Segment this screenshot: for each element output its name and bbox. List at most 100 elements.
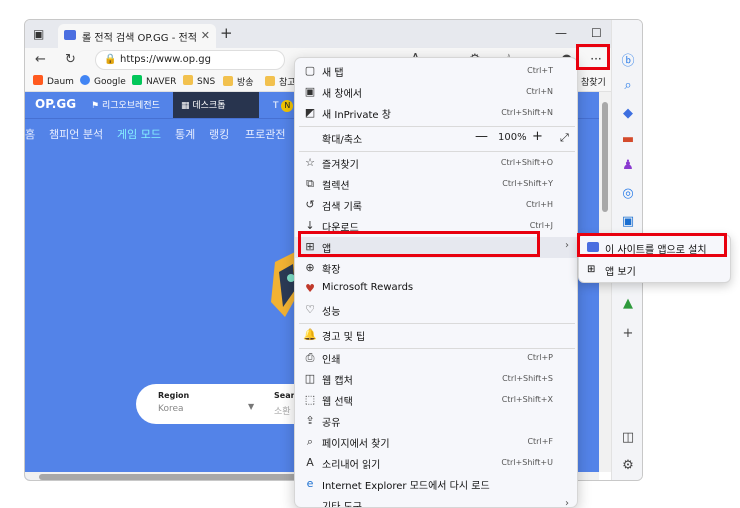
menu-item-inprivate[interactable]: ◩ 새 InPrivate 창 Ctrl+Shift+N bbox=[295, 103, 577, 124]
office-icon[interactable]: ◎ bbox=[620, 186, 636, 201]
menu-label: 검색 기록 bbox=[322, 202, 362, 213]
menu-item-more-tools[interactable]: 기타 도구 › bbox=[295, 495, 577, 507]
game-tab-lol[interactable]: ⚑ 리그오브레전드 bbox=[91, 98, 160, 111]
menu-item-print[interactable]: ⎙ 인쇄 Ctrl+P bbox=[295, 348, 577, 369]
favorite-folder-broadcast[interactable]: 방송 bbox=[223, 75, 254, 88]
favorite-google[interactable]: Google bbox=[80, 75, 126, 87]
chevron-right-icon: › bbox=[565, 240, 569, 251]
menu-item-web-capture[interactable]: ◫ 웹 캡처 Ctrl+Shift+S bbox=[295, 369, 577, 390]
favorite-label: NAVER bbox=[146, 77, 177, 87]
menu-item-zoom: 확대/축소 — 100% + ⤢ bbox=[295, 128, 577, 149]
settings-menu: ▢ 새 탭 Ctrl+T ▣ 새 창에서 Ctrl+N ◩ 새 InPrivate 창 Ct… bbox=[294, 57, 578, 508]
fullscreen-icon[interactable]: ⤢ bbox=[560, 131, 569, 145]
menu-item-new-window[interactable]: ▣ 새 창에서 Ctrl+N bbox=[295, 82, 577, 103]
title-bar: ▣ 롤 전적 검색 OP.GG - 전적 검색, 랭 ✕ + — ☐ ✕ bbox=[25, 20, 642, 48]
tab-title: 롤 전적 검색 OP.GG - 전적 검색, 랭 bbox=[82, 33, 197, 44]
tab-actions-icon[interactable]: ▣ bbox=[33, 27, 44, 41]
menu-label: 웹 캡처 bbox=[322, 376, 353, 387]
new-tab-button[interactable]: + bbox=[220, 24, 233, 42]
menu-label: 새 InPrivate 창 bbox=[322, 110, 391, 121]
favorite-folder-sns[interactable]: SNS bbox=[183, 75, 215, 87]
gear-icon[interactable]: ⚙ bbox=[620, 458, 636, 473]
tools-icon[interactable]: ▬ bbox=[620, 132, 636, 147]
active-tab[interactable]: 롤 전적 검색 OP.GG - 전적 검색, 랭 ✕ bbox=[58, 24, 216, 48]
zoom-in-button[interactable]: + bbox=[532, 129, 543, 144]
games-icon[interactable]: ♟ bbox=[620, 158, 636, 173]
site-nav-home[interactable]: 홈 bbox=[25, 126, 35, 142]
menu-divider bbox=[299, 323, 575, 324]
add-icon[interactable]: + bbox=[620, 326, 636, 341]
game-tab-desktop[interactable]: ▦ 데스크톱 bbox=[181, 98, 226, 111]
game-tab-label: 리그오브레전드 bbox=[101, 101, 160, 111]
bing-chat-icon[interactable]: ⓑ bbox=[620, 50, 636, 69]
printer-icon: ⎙ bbox=[305, 351, 315, 364]
web-select-icon: ⬚ bbox=[304, 393, 316, 406]
menu-label: 인쇄 bbox=[322, 355, 341, 366]
favorite-folder-reference[interactable]: 참고 bbox=[265, 75, 296, 88]
menu-item-extensions[interactable]: ⊕ 확장 bbox=[295, 258, 577, 279]
menu-label: 컬렉션 bbox=[322, 181, 350, 192]
highlight-more-button bbox=[576, 44, 610, 70]
sidebar-toggle-icon[interactable]: ◫ bbox=[620, 430, 636, 445]
performance-heart-icon: ♡ bbox=[305, 303, 315, 316]
menu-item-favorites[interactable]: ☆ 즐겨찾기 Ctrl+Shift+O bbox=[295, 153, 577, 174]
tree-icon[interactable]: ▲ bbox=[620, 296, 636, 311]
menu-item-web-select[interactable]: ⬚ 웹 선택 Ctrl+Shift+X bbox=[295, 390, 577, 411]
region-select[interactable]: Korea bbox=[158, 404, 184, 414]
favorite-label: 방송 bbox=[237, 78, 254, 88]
menu-item-new-tab[interactable]: ▢ 새 탭 Ctrl+T bbox=[295, 61, 577, 82]
new-window-icon: ▣ bbox=[304, 85, 316, 98]
menu-item-performance[interactable]: ♡ 성능 bbox=[295, 300, 577, 321]
apps-grid-icon: ⊞ bbox=[587, 264, 596, 275]
menu-item-collections[interactable]: ⧉ 컬렉션 Ctrl+Shift+Y bbox=[295, 174, 577, 195]
site-nav-stats[interactable]: 통계 bbox=[175, 126, 195, 142]
site-nav-champions[interactable]: 챔피언 분석 bbox=[49, 126, 103, 142]
menu-label: 확장 bbox=[322, 265, 341, 276]
shopping-tag-icon[interactable]: ◆ bbox=[620, 106, 636, 121]
scroll-thumb[interactable] bbox=[602, 102, 608, 212]
highlight-apps-item bbox=[298, 231, 540, 257]
submenu-view-apps[interactable]: ⊞ 앱 보기 bbox=[579, 260, 730, 280]
chevron-down-icon[interactable]: ▼ bbox=[248, 402, 254, 411]
menu-shortcut: Ctrl+Shift+N bbox=[501, 108, 553, 117]
favorite-naver[interactable]: NAVER bbox=[132, 75, 176, 87]
maximize-button[interactable]: ☐ bbox=[591, 26, 602, 40]
outlook-icon[interactable]: ▣ bbox=[620, 214, 636, 229]
favorite-label: Google bbox=[94, 77, 126, 87]
search-icon[interactable]: ⌕ bbox=[620, 78, 636, 93]
minimize-button[interactable]: — bbox=[555, 26, 567, 40]
read-aloud-icon: A bbox=[306, 456, 314, 469]
menu-item-history[interactable]: ↺ 검색 기록 Ctrl+H bbox=[295, 195, 577, 216]
menu-shortcut: Ctrl+F bbox=[527, 437, 553, 446]
opgg-logo[interactable]: OP.GG bbox=[35, 97, 76, 111]
menu-item-rewards[interactable]: ♥ Microsoft Rewards bbox=[295, 279, 577, 300]
site-nav-pro[interactable]: 프로관전 bbox=[245, 126, 285, 142]
scroll-h-thumb[interactable] bbox=[39, 474, 299, 480]
tab-close-icon[interactable]: ✕ bbox=[201, 29, 210, 42]
address-bar[interactable]: 🔒 https://www.op.gg bbox=[95, 50, 285, 70]
lock-icon[interactable]: 🔒 bbox=[104, 54, 116, 65]
favorites-overflow[interactable]: 참찾기 bbox=[581, 75, 606, 88]
site-nav-game-mode[interactable]: 게임 모드 bbox=[117, 126, 161, 142]
favorite-label: SNS bbox=[197, 77, 216, 87]
refresh-icon[interactable]: ↻ bbox=[65, 52, 76, 67]
menu-item-ie-mode[interactable]: e Internet Explorer 모드에서 다시 로드 bbox=[295, 474, 577, 495]
menu-item-find[interactable]: ⌕ 페이지에서 찾기 Ctrl+F bbox=[295, 432, 577, 453]
summoner-search-input[interactable]: 소환 bbox=[274, 404, 291, 417]
site-nav-ranking[interactable]: 랭킹 bbox=[209, 126, 229, 142]
back-icon[interactable]: ← bbox=[35, 52, 46, 67]
google-icon bbox=[80, 75, 90, 85]
menu-label: 공유 bbox=[322, 418, 341, 429]
menu-label: 웹 선택 bbox=[322, 397, 353, 408]
menu-item-read-aloud[interactable]: A 소리내어 읽기 Ctrl+Shift+U bbox=[295, 453, 577, 474]
submenu-label: 앱 보기 bbox=[605, 267, 636, 278]
zoom-out-button[interactable]: — bbox=[475, 129, 488, 144]
menu-shortcut: Ctrl+Shift+X bbox=[501, 395, 553, 404]
menu-divider bbox=[299, 126, 575, 127]
menu-item-alerts[interactable]: 🔔 경고 및 팁 bbox=[295, 325, 577, 346]
folder-icon bbox=[265, 76, 275, 86]
menu-item-share[interactable]: ⇪ 공유 bbox=[295, 411, 577, 432]
menu-label: 소리내어 읽기 bbox=[322, 460, 381, 471]
gold-badge-icon: N bbox=[281, 100, 294, 112]
favorite-daum[interactable]: Daum bbox=[33, 75, 74, 87]
